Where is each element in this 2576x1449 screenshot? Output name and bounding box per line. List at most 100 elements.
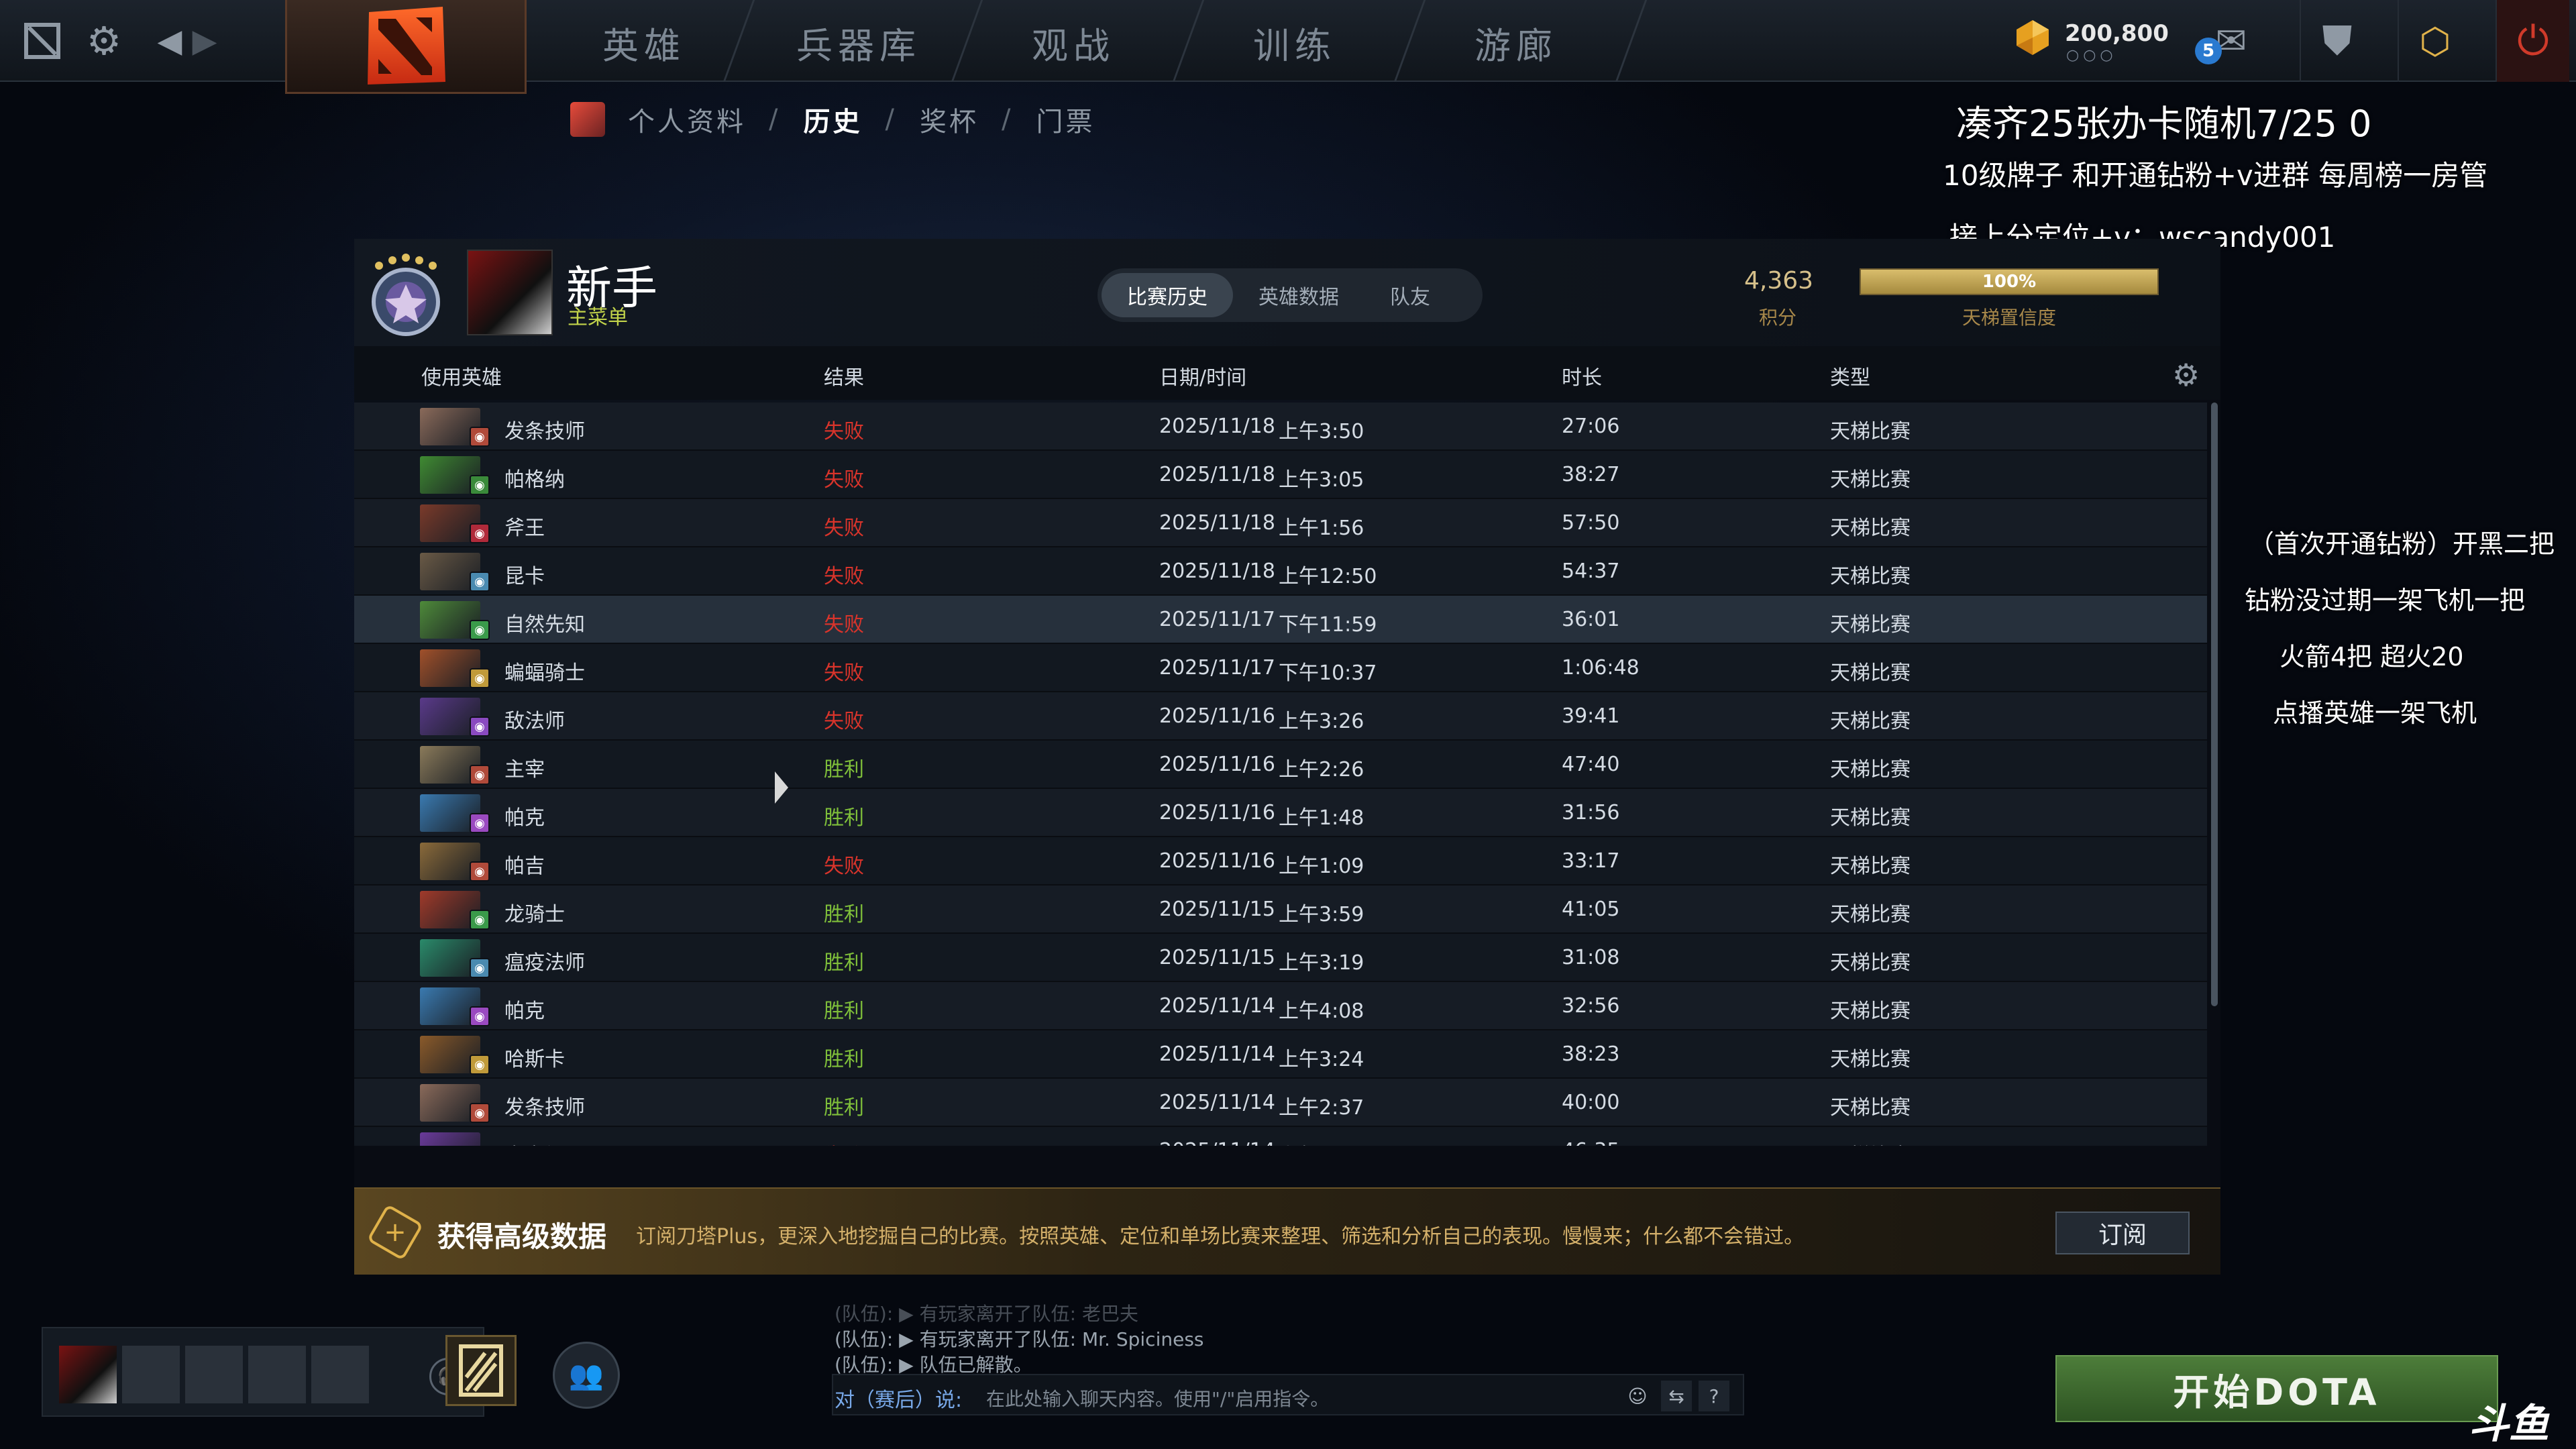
- match-duration: 31:56: [1562, 801, 1620, 824]
- subscribe-button[interactable]: 订阅: [2055, 1212, 2190, 1254]
- role-badge-icon: ◉: [470, 1055, 490, 1075]
- ranked-mode-button[interactable]: [445, 1335, 517, 1406]
- settings-gear-icon[interactable]: ⚙: [75, 12, 133, 70]
- role-badge-icon: ◉: [470, 427, 490, 447]
- subnav-profile[interactable]: 个人资料: [628, 100, 746, 139]
- role-badge-icon: ◉: [470, 861, 490, 881]
- match-duration: 54:37: [1562, 559, 1620, 583]
- match-time: 上午3:26: [1279, 710, 1364, 733]
- table-row[interactable]: ◉ 帕吉 失败 2025/11/16 上午1:09 33:17 天梯比赛: [354, 837, 2207, 885]
- role-badge-icon: ◉: [470, 813, 490, 833]
- forward-arrow-icon[interactable]: ▶: [176, 12, 233, 70]
- match-time: 上午1:45: [1279, 1139, 1364, 1146]
- table-row[interactable]: ◉ 主宰 胜利 2025/11/16 上午2:26 47:40 天梯比赛: [354, 741, 2207, 789]
- match-result: 胜利: [824, 1000, 864, 1023]
- col-datetime[interactable]: 日期/时间: [1159, 361, 1246, 390]
- table-row[interactable]: ◉ 帕克 胜利 2025/11/16 上午1:48 31:56 天梯比赛: [354, 789, 2207, 837]
- chat-help-icon[interactable]: ?: [1699, 1381, 1729, 1411]
- overlay-line-1: 凑齐25张办卡随机7/25 0: [1956, 103, 2372, 145]
- table-row[interactable]: ◉ 蝙蝠骑士 失败 2025/11/17 下午10:37 1:06:48 天梯比赛: [354, 644, 2207, 692]
- nav-heroes[interactable]: 英雄: [577, 12, 711, 72]
- nav-learn[interactable]: 训练: [1228, 12, 1362, 72]
- mouse-cursor: [775, 771, 788, 804]
- dashboard-icon[interactable]: [13, 12, 71, 70]
- nav-arcade[interactable]: 游廊: [1449, 12, 1583, 72]
- nav-divider: [1615, 0, 1648, 82]
- chat-input[interactable]: 在此处输入聊天内容。使用"/"启用指令。: [986, 1385, 1329, 1411]
- table-row[interactable]: ◉ 发条技师 失败 2025/11/18 上午3:50 27:06 天梯比赛: [354, 402, 2207, 451]
- confidence-bar: 100%: [1860, 268, 2159, 295]
- inbox-button[interactable]: ✉ 5: [2184, 0, 2278, 82]
- match-date: 2025/11/14: [1159, 994, 1275, 1018]
- dota-plus-button[interactable]: ⬡: [2398, 0, 2471, 82]
- table-row[interactable]: ◉ 发条技师 胜利 2025/11/14 上午2:37 40:00 天梯比赛: [354, 1079, 2207, 1127]
- party-slot-empty[interactable]: [122, 1346, 180, 1403]
- tab-match-history[interactable]: 比赛历史: [1102, 273, 1233, 317]
- hero-name: 发条技师: [504, 1096, 585, 1120]
- quit-button[interactable]: ⏻: [2496, 0, 2569, 82]
- match-duration: 40:00: [1562, 1091, 1620, 1114]
- col-duration[interactable]: 时长: [1562, 361, 1602, 390]
- chat-wheel-icon[interactable]: ⇆: [1661, 1381, 1692, 1411]
- tab-hero-stats[interactable]: 英雄数据: [1233, 273, 1364, 317]
- match-time: 下午10:37: [1279, 661, 1377, 685]
- table-row[interactable]: ◉ 自然先知 失败 2025/11/17 下午11:59 36:01 天梯比赛: [354, 596, 2207, 644]
- match-result: 胜利: [824, 758, 864, 782]
- match-result: 失败: [824, 855, 864, 878]
- party-slot-empty[interactable]: [311, 1346, 369, 1403]
- party-slot-self[interactable]: [59, 1346, 117, 1403]
- nav-armory[interactable]: 兵器库: [771, 12, 946, 72]
- party-slot-empty[interactable]: [248, 1346, 306, 1403]
- role-badge-icon: ◉: [470, 475, 490, 495]
- hero-name: 昆卡: [504, 565, 545, 588]
- table-row[interactable]: ◉ 敌法师 失败 2025/11/16 上午3:26 39:41 天梯比赛: [354, 692, 2207, 741]
- emoji-icon[interactable]: ☺: [1622, 1381, 1653, 1411]
- chat-channel-label[interactable]: 对（赛后）说:: [835, 1383, 962, 1413]
- ranked-badge-icon: [459, 1344, 503, 1397]
- table-row[interactable]: ◉ 龙骑士 胜利 2025/11/15 上午3:59 41:05 天梯比赛: [354, 885, 2207, 934]
- table-row[interactable]: ◉ 瘟疫法师 胜利 2025/11/15 上午3:19 31:08 天梯比赛: [354, 934, 2207, 982]
- match-type: 天梯比赛: [1830, 1000, 1911, 1023]
- table-settings-gear-icon[interactable]: ⚙: [2172, 357, 2200, 393]
- col-result[interactable]: 结果: [824, 361, 864, 390]
- play-dota-button[interactable]: 开始DOTA: [2055, 1355, 2498, 1422]
- tab-teammates[interactable]: 队友: [1364, 273, 1456, 317]
- match-duration: 39:41: [1562, 704, 1620, 728]
- table-row[interactable]: ◉虚空假面失败2025/11/14上午1:4546:35天梯比赛: [354, 1127, 2207, 1146]
- subnav-tickets[interactable]: 门票: [1036, 100, 1095, 139]
- table-row[interactable]: ◉ 斧王 失败 2025/11/18 上午1:56 57:50 天梯比赛: [354, 499, 2207, 547]
- hero-name: 瘟疫法师: [504, 951, 585, 975]
- dota-logo-button[interactable]: [285, 0, 527, 94]
- party-slot-empty[interactable]: [185, 1346, 243, 1403]
- nav-watch[interactable]: 观战: [1006, 12, 1140, 72]
- match-result: 胜利: [824, 806, 864, 830]
- match-list-scrollbar[interactable]: [2211, 402, 2218, 1006]
- match-type: 天梯比赛: [1830, 613, 1911, 637]
- col-type[interactable]: 类型: [1830, 361, 1870, 390]
- subnav-history[interactable]: 历史: [803, 100, 862, 139]
- table-row[interactable]: ◉ 哈斯卡 胜利 2025/11/14 上午3:24 38:23 天梯比赛: [354, 1030, 2207, 1079]
- nav-divider: [951, 0, 983, 82]
- match-history-panel: 新手 主菜单 比赛历史 英雄数据 队友 4,363 积分 100% 天梯置信度 …: [354, 239, 2220, 1275]
- profile-header: 新手 主菜单 比赛历史 英雄数据 队友 4,363 积分 100% 天梯置信度: [354, 239, 2220, 346]
- subnav-trophies[interactable]: 奖杯: [920, 100, 979, 139]
- shards-currency-icon: [2017, 20, 2049, 55]
- match-result: 失败: [824, 517, 864, 540]
- chat-log-line: (队伍): ▶ 有玩家离开了队伍: Mr. Spiciness: [835, 1328, 1204, 1350]
- match-result: 失败: [824, 710, 864, 733]
- overlay-side-2: 钻粉没过期一架飞机一把: [2245, 586, 2526, 615]
- match-date: 2025/11/18: [1159, 559, 1275, 583]
- table-row[interactable]: ◉ 昆卡 失败 2025/11/18 上午12:50 54:37 天梯比赛: [354, 547, 2207, 596]
- match-type: 天梯比赛: [1830, 517, 1911, 540]
- match-result: 胜利: [824, 1096, 864, 1120]
- player-avatar[interactable]: [467, 250, 553, 335]
- col-hero[interactable]: 使用英雄: [421, 361, 502, 390]
- table-row[interactable]: ◉ 帕克 胜利 2025/11/14 上午4:08 32:56 天梯比赛: [354, 982, 2207, 1030]
- table-row[interactable]: ◉ 帕格纳 失败 2025/11/18 上午3:05 38:27 天梯比赛: [354, 451, 2207, 499]
- match-duration: 38:23: [1562, 1042, 1620, 1066]
- shield-icon: ⛊: [2322, 17, 2353, 64]
- armory-shield-button[interactable]: ⛊: [2300, 0, 2373, 82]
- hero-name: 龙骑士: [504, 903, 565, 926]
- find-group-icon[interactable]: 👥: [553, 1342, 620, 1409]
- match-type: 天梯比赛: [1830, 420, 1911, 443]
